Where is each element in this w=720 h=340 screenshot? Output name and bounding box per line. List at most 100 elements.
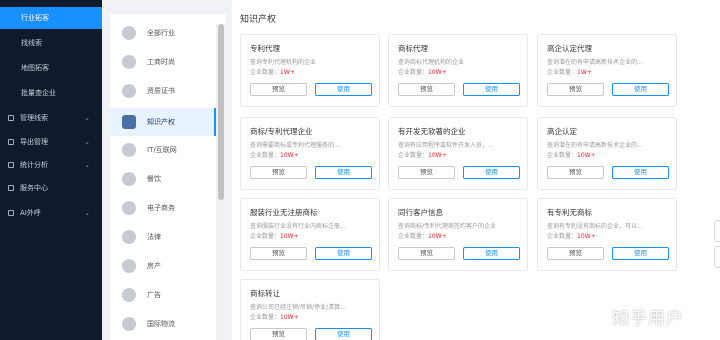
count-value: 10W+ — [428, 233, 447, 240]
phone-icon — [8, 210, 14, 216]
side-float-tab[interactable] — [714, 220, 720, 242]
count-label: 企业数量： — [398, 233, 429, 240]
card-title: 高企认定 — [547, 127, 577, 136]
card-count: 企业数量：10W+ — [547, 231, 596, 240]
category-logistics[interactable]: 国际物流 — [110, 310, 216, 338]
preview-button[interactable]: 预览 — [398, 83, 455, 96]
card-count: 企业数量：10W+ — [250, 150, 299, 159]
count-value: 10W+ — [280, 233, 299, 240]
side-float-tab[interactable] — [714, 246, 720, 268]
category-legal[interactable]: 法律 — [110, 223, 216, 251]
use-button[interactable]: 使用 — [463, 83, 520, 96]
nav-item-label: 找线索 — [21, 39, 42, 47]
card-description: 查询专利代理机构的企业 — [250, 59, 317, 66]
category-dining[interactable]: 餐饮 — [110, 165, 216, 193]
use-button[interactable]: 使用 — [315, 247, 372, 260]
count-value: 10W+ — [577, 233, 596, 240]
watermark: 知乎用户 — [612, 309, 684, 329]
nav-item-service-center[interactable]: 服务中心 — [0, 177, 102, 199]
category-label: IT/互联网 — [147, 146, 177, 154]
category-label: 房产 — [147, 262, 161, 270]
category-it-internet[interactable]: IT/互联网 — [110, 136, 216, 164]
card-title: 商标/专利代理企业 — [250, 127, 313, 136]
category-qualifications[interactable]: 资质证书 — [110, 77, 216, 105]
nav-item-label: 地图拓客 — [21, 64, 49, 72]
count-value: 10W+ — [280, 314, 299, 321]
use-button[interactable]: 使用 — [612, 166, 669, 179]
category-label: 广告 — [147, 291, 161, 299]
count-label: 企业数量： — [250, 152, 281, 159]
count-label: 企业数量： — [547, 152, 578, 159]
nav-item-industry-prospecting[interactable]: 行业拓客 — [0, 7, 102, 29]
preview-button[interactable]: 预览 — [547, 166, 604, 179]
document-icon — [122, 115, 136, 129]
nav-item-manage-leads[interactable]: 管理线索 ⌄ — [0, 107, 102, 129]
template-card-patent-agency: 专利代理 查询专利代理机构的企业 企业数量：1W+ 预览 使用 — [240, 34, 380, 107]
preview-button[interactable]: 预览 — [250, 328, 307, 340]
use-button[interactable]: 使用 — [315, 83, 372, 96]
nav-item-map-prospecting[interactable]: 地图拓客 — [0, 57, 102, 79]
card-title: 有专利无商标 — [547, 208, 592, 217]
certificate-icon — [122, 84, 136, 98]
service-icon — [8, 185, 14, 191]
template-card-apparel-no-trademark: 服装行业无注册商标 查询服装行业没有行业内商标注册... 企业数量：10W+ 预… — [240, 198, 380, 271]
nav-item-ai-calling[interactable]: AI外呼 ⌄ — [0, 202, 102, 224]
category-label: 资质证书 — [147, 87, 175, 95]
use-button[interactable]: 使用 — [315, 328, 372, 340]
folder-icon — [8, 115, 14, 121]
shop-icon — [122, 55, 136, 69]
preview-button[interactable]: 预览 — [398, 247, 455, 260]
card-title: 有开发无软著的企业 — [398, 127, 466, 136]
category-label: 电子商务 — [147, 204, 175, 212]
preview-button[interactable]: 预览 — [547, 83, 604, 96]
nav-item-find-leads[interactable]: 找线索 — [0, 32, 102, 54]
card-title: 服装行业无注册商标 — [250, 208, 318, 217]
count-value: 10W+ — [428, 69, 447, 76]
category-ecommerce[interactable]: 电子商务 — [110, 194, 216, 222]
count-value: 10W+ — [428, 152, 447, 159]
gavel-icon — [122, 230, 136, 244]
category-advertising[interactable]: 广告 — [110, 281, 216, 309]
preview-button[interactable]: 预览 — [250, 83, 307, 96]
category-label: 法律 — [147, 233, 161, 241]
use-button[interactable]: 使用 — [463, 166, 520, 179]
preview-button[interactable]: 预览 — [398, 166, 455, 179]
template-card-trademark-patent: 商标/专利代理企业 查询需要商标或专利代理服务的... 企业数量：10W+ 预览… — [240, 117, 380, 190]
use-button[interactable]: 使用 — [463, 247, 520, 260]
card-count: 企业数量：1W+ — [250, 67, 295, 76]
template-card-hitech-agency: 高企认定代理 查询潜在的有申请高新技术企业的... 企业数量：1W+ 预览 使用 — [537, 34, 677, 107]
template-card-trademark-transfer: 商标转让 查询公司已经注销/吊销/停业/清算... 企业数量：10W+ 预览 使… — [240, 279, 380, 340]
category-scrollbar[interactable] — [216, 24, 226, 340]
use-button[interactable]: 使用 — [315, 166, 372, 179]
megaphone-icon — [122, 288, 136, 302]
category-label: 工商时尚 — [147, 58, 175, 66]
use-button[interactable]: 使用 — [612, 247, 669, 260]
count-value: 10W+ — [577, 152, 596, 159]
nav-item-statistics[interactable]: 统计分析 ⌄ — [0, 154, 102, 176]
nav-item-batch-search[interactable]: 批量查企业 — [0, 82, 102, 104]
card-title: 同行客户信息 — [398, 208, 443, 217]
category-commerce[interactable]: 工商时尚 — [110, 48, 216, 76]
category-label: 全部行业 — [147, 29, 175, 37]
preview-button[interactable]: 预览 — [250, 166, 307, 179]
count-label: 企业数量： — [398, 152, 429, 159]
card-description: 查询有应用程序或软件开发人员，... — [398, 142, 494, 149]
nav-item-label: 服务中心 — [20, 184, 48, 192]
card-title: 商标转让 — [250, 289, 280, 298]
card-count: 企业数量：10W+ — [250, 231, 299, 240]
chevron-down-icon: ⌄ — [84, 161, 90, 169]
use-button[interactable]: 使用 — [612, 83, 669, 96]
category-real-estate[interactable]: 房产 — [110, 252, 216, 280]
card-title: 高企认定代理 — [547, 44, 592, 53]
nav-item-export-management[interactable]: 导出管理 ⌄ — [0, 131, 102, 153]
preview-button[interactable]: 预览 — [547, 247, 604, 260]
left-sidebar: 行业拓客 找线索 地图拓客 批量查企业 管理线索 ⌄ 导出管理 ⌄ 统计分析 ⌄… — [0, 0, 102, 340]
nav-item-label: 导出管理 — [20, 138, 48, 146]
category-all-industries[interactable]: 全部行业 — [110, 19, 216, 47]
scrollbar-thumb[interactable] — [218, 24, 224, 200]
category-intellectual-property[interactable]: 知识产权 — [110, 108, 216, 136]
count-value: 1W+ — [577, 69, 592, 76]
preview-button[interactable]: 预览 — [250, 247, 307, 260]
nav-item-label: 统计分析 — [20, 161, 48, 169]
cart-icon — [122, 201, 136, 215]
